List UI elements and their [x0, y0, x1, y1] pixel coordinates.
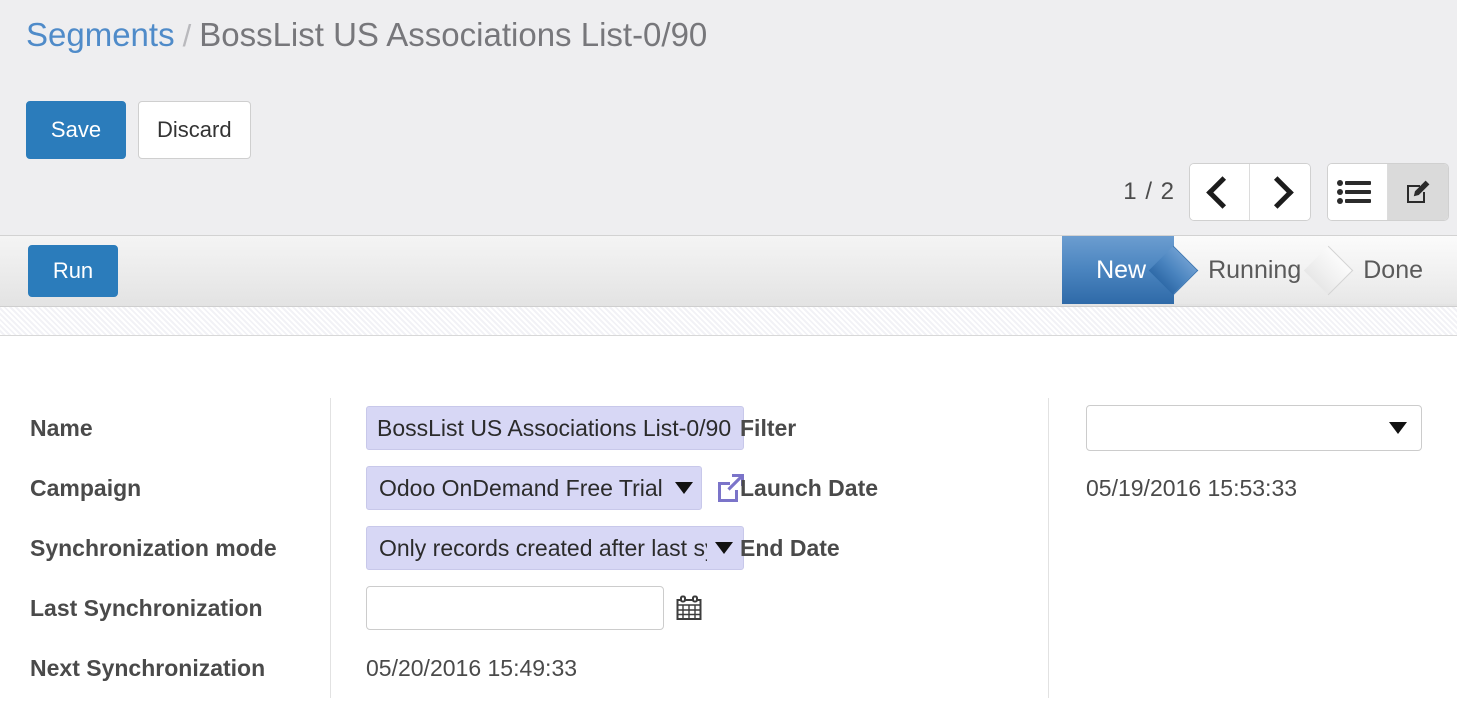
run-button[interactable]: Run — [28, 245, 118, 297]
view-switcher — [1327, 163, 1449, 221]
launch-date-value: 05/19/2016 15:53:33 — [1086, 474, 1298, 501]
sheet-separator — [0, 307, 1457, 336]
field-value-name — [348, 398, 746, 458]
field-label-last-synchronization: Last Synchronization — [30, 594, 263, 621]
field-label-campaign: Campaign — [30, 474, 142, 501]
field-value-last-synchronization — [348, 578, 746, 638]
field-value-launch-date: 05/19/2016 15:53:33 — [1068, 458, 1457, 518]
chevron-down-icon — [1389, 422, 1407, 434]
form-column-right: Filter Launch Date 05/19/2016 15:53:33 E… — [740, 398, 1457, 698]
chevron-right-icon — [1260, 175, 1294, 209]
synchronization-mode-value: Only records created after last sync — [379, 534, 707, 561]
view-switcher-form-button[interactable] — [1388, 164, 1448, 220]
save-button[interactable]: Save — [26, 101, 126, 159]
filter-select[interactable] — [1086, 405, 1422, 451]
pager: 1 / 2 — [1123, 163, 1311, 221]
control-panel-right: 1 / 2 — [1123, 163, 1449, 221]
pager-previous-button[interactable] — [1190, 164, 1250, 220]
field-value-end-date — [1068, 518, 1457, 578]
statusbar-stage-new[interactable]: New — [1062, 236, 1175, 304]
form-sheet: Name Campaign Odoo OnDemand Free Trial S — [0, 336, 1457, 698]
record-action-buttons: Save Discard — [26, 101, 251, 159]
statusbar-row: Run New Running Done — [0, 235, 1457, 307]
pager-buttons — [1189, 163, 1311, 221]
pager-counter: 1 / 2 — [1123, 178, 1175, 205]
campaign-select-value: Odoo OnDemand Free Trial — [379, 474, 663, 501]
form-edit-icon — [1407, 180, 1430, 203]
last-synchronization-input[interactable] — [366, 586, 664, 630]
view-switcher-list-button[interactable] — [1328, 164, 1388, 220]
statusbar-stage-label: Running — [1208, 255, 1302, 284]
chevron-down-icon — [715, 542, 733, 554]
breadcrumb: Segments / BossList US Associations List-0… — [26, 18, 707, 51]
field-label-end-date: End Date — [740, 534, 840, 561]
breadcrumb-link-segments[interactable]: Segments — [26, 16, 175, 53]
breadcrumb-separator: / — [182, 18, 192, 53]
form-columns: Name Campaign Odoo OnDemand Free Trial S — [0, 398, 1457, 698]
list-view-icon — [1336, 180, 1371, 204]
field-label-filter: Filter — [740, 414, 797, 441]
odoo-form-view: Segments / BossList US Associations List-0… — [0, 0, 1457, 701]
calendar-icon[interactable] — [676, 595, 702, 621]
field-value-filter — [1068, 398, 1457, 458]
field-value-next-synchronization: 05/20/2016 15:49:33 — [348, 638, 746, 698]
statusbar-stage-label: Done — [1363, 255, 1423, 284]
field-label-name: Name — [30, 414, 93, 441]
name-input[interactable] — [366, 406, 744, 450]
field-value-synchronization-mode: Only records created after last sync — [348, 518, 746, 578]
discard-button[interactable]: Discard — [138, 101, 251, 159]
chevron-down-icon — [675, 482, 693, 494]
field-label-next-synchronization: Next Synchronization — [30, 654, 266, 681]
field-label-launch-date: Launch Date — [740, 474, 879, 501]
synchronization-mode-select[interactable]: Only records created after last sync — [366, 526, 744, 570]
field-value-campaign: Odoo OnDemand Free Trial — [348, 458, 746, 518]
control-panel: Segments / BossList US Associations List-0… — [0, 0, 1457, 235]
breadcrumb-current-record: BossList US Associations List-0/90 — [199, 16, 708, 53]
pager-next-button[interactable] — [1250, 164, 1310, 220]
chevron-left-icon — [1206, 175, 1239, 209]
statusbar-stages: New Running Done — [1062, 236, 1457, 304]
statusbar-stage-label: New — [1096, 255, 1147, 284]
campaign-select[interactable]: Odoo OnDemand Free Trial — [366, 466, 702, 510]
field-label-synchronization-mode: Synchronization mode — [30, 534, 277, 561]
next-synchronization-value: 05/20/2016 15:49:33 — [366, 654, 578, 681]
form-column-left: Name Campaign Odoo OnDemand Free Trial S — [0, 398, 744, 698]
